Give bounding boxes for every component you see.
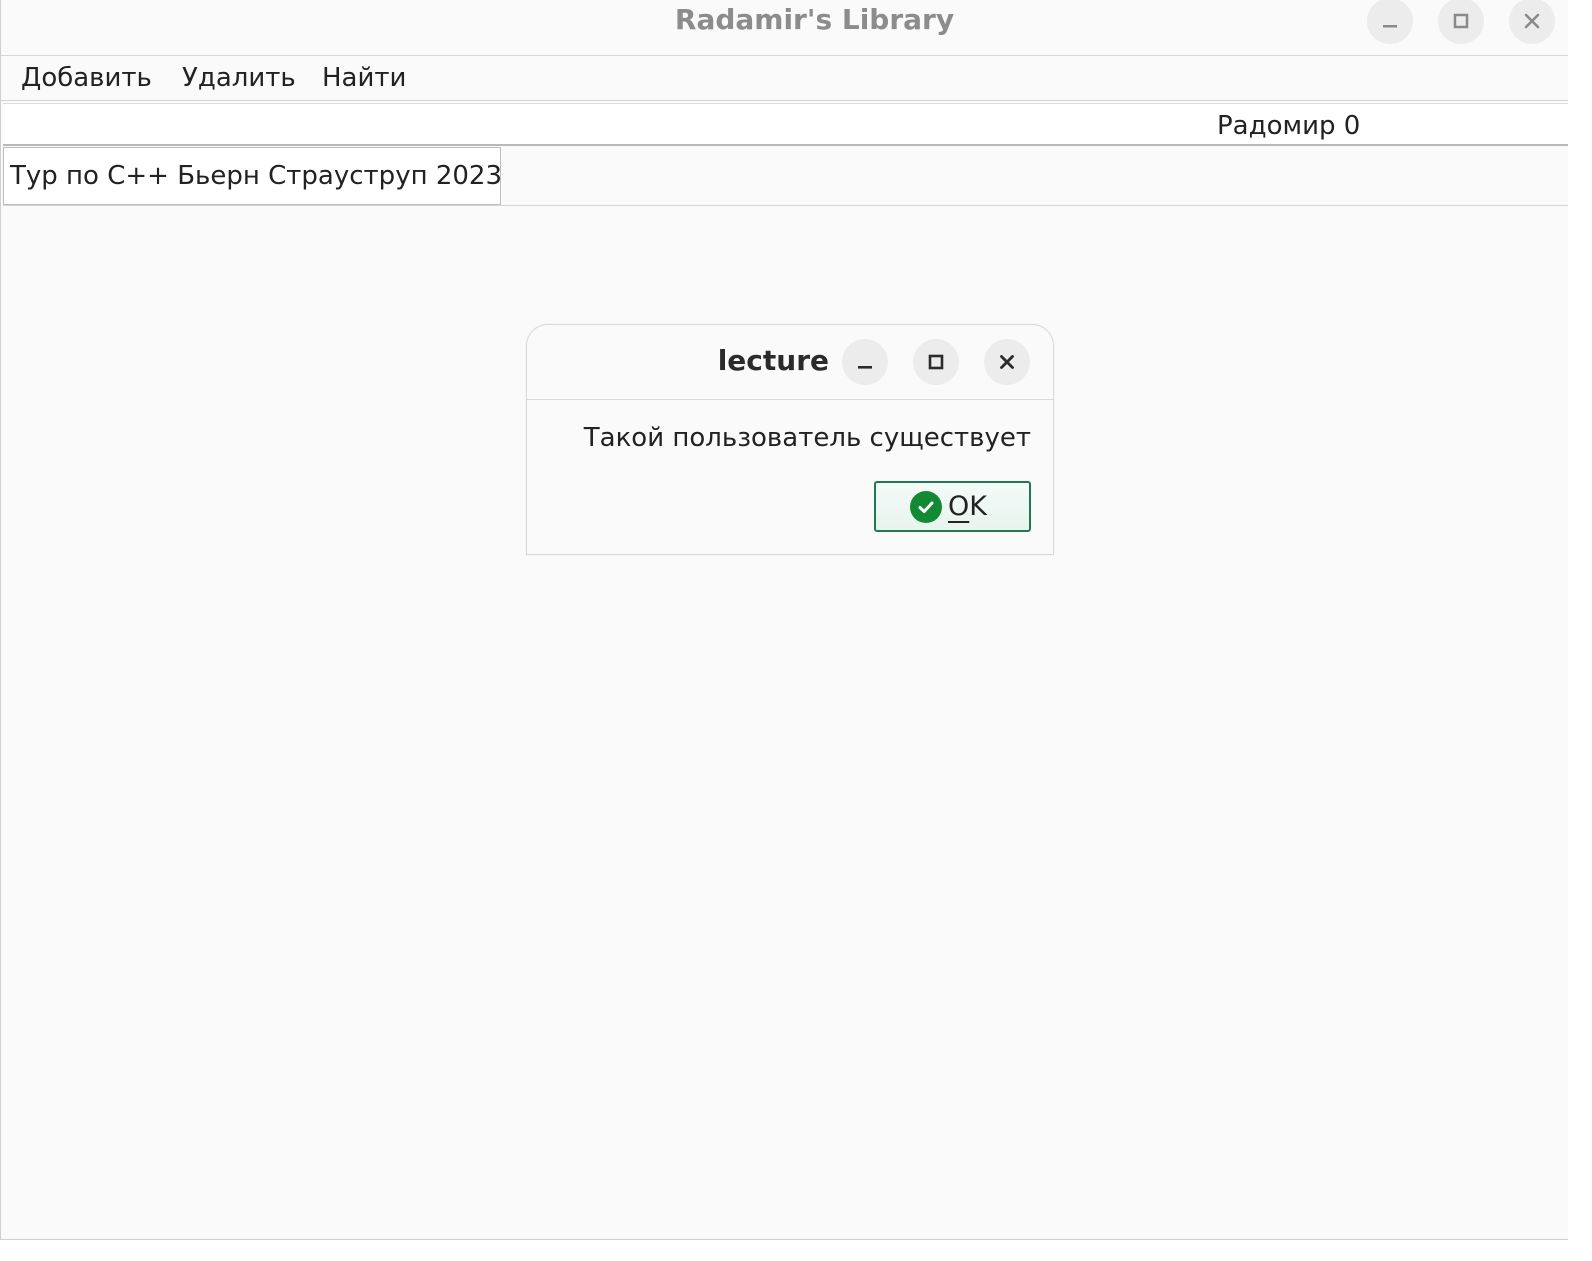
window-titlebar[interactable]: Radamir's Library [1, 0, 1568, 56]
close-icon [1524, 13, 1540, 29]
check-circle-icon [910, 490, 942, 523]
dialog-minimize-button[interactable] [842, 339, 888, 385]
message-dialog: lecture Такой пользователь существует O … [526, 324, 1054, 555]
background-strip [0, 1240, 1592, 1261]
minimize-icon [1383, 25, 1397, 28]
book-item[interactable]: Тур по C++ Бьерн Страуструп 2023 [3, 147, 502, 205]
menu-delete[interactable]: Удалить [182, 57, 296, 99]
window-maximize-button[interactable] [1438, 0, 1484, 44]
user-label: Радомир 0 [1217, 111, 1361, 141]
window-title: Radamir's Library [674, 3, 955, 36]
maximize-icon [1453, 13, 1469, 29]
dialog-titlebar[interactable]: lecture [527, 325, 1053, 400]
dialog-close-button[interactable] [984, 339, 1030, 385]
minimize-icon [858, 366, 872, 369]
main-window: Radamir's Library Добавить Удалить Найти… [0, 0, 1568, 1240]
book-list: Тур по C++ Бьерн Страуструп 2023 [3, 147, 1568, 206]
dialog-message: Такой пользователь существует [583, 423, 1031, 453]
dialog-maximize-button[interactable] [913, 339, 959, 385]
close-icon [1000, 355, 1014, 369]
ok-label: K [969, 490, 987, 522]
user-bar: Радомир 0 [3, 103, 1568, 146]
window-minimize-button[interactable] [1367, 0, 1413, 44]
dialog-title: lecture [717, 344, 829, 377]
maximize-icon [928, 354, 944, 370]
ok-button[interactable]: OK [874, 481, 1031, 532]
ok-mnemonic: O [948, 490, 970, 522]
menu-find[interactable]: Найти [322, 57, 406, 99]
menubar: Добавить Удалить Найти [1, 57, 1568, 101]
menu-add[interactable]: Добавить [21, 57, 152, 99]
window-close-button[interactable] [1509, 0, 1555, 44]
